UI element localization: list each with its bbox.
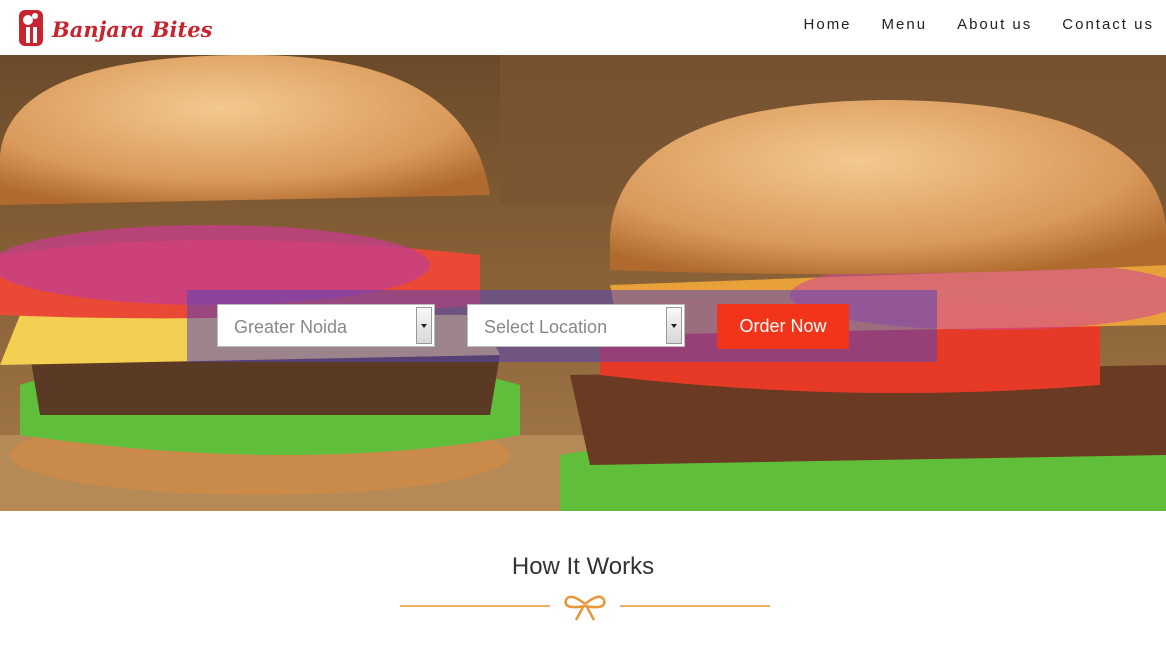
top-navbar: Banjara Bites Home Menu About us Contact…: [0, 0, 1166, 55]
order-now-button[interactable]: Order Now: [717, 304, 849, 349]
dropdown-arrow-icon[interactable]: [416, 307, 432, 344]
burger-hero-image: [0, 55, 1166, 511]
dropdown-arrow-icon[interactable]: [666, 307, 682, 344]
main-nav: Home Menu About us Contact us: [774, 16, 1154, 33]
order-search-panel: Greater Noida Select Location Order Now: [187, 290, 937, 362]
nav-contact-link[interactable]: Contact us: [1062, 16, 1154, 33]
city-select-value: Greater Noida: [234, 317, 348, 337]
brand-name: Banjara Bites: [52, 17, 213, 42]
city-select[interactable]: Greater Noida: [217, 304, 435, 347]
nav-about-link[interactable]: About us: [957, 16, 1032, 33]
how-it-works-heading: How It Works: [511, 553, 655, 580]
nav-home-link[interactable]: Home: [804, 16, 852, 33]
nav-menu-link[interactable]: Menu: [882, 16, 928, 33]
chef-logo-icon: [19, 10, 43, 46]
hero-carousel: Greater Noida Select Location Order Now: [0, 55, 1166, 511]
bow-icon: [564, 595, 606, 621]
section-divider: [400, 595, 770, 621]
location-select[interactable]: Select Location: [467, 304, 685, 347]
location-select-placeholder: Select Location: [484, 317, 608, 337]
brand-logo[interactable]: Banjara Bites: [18, 9, 212, 47]
